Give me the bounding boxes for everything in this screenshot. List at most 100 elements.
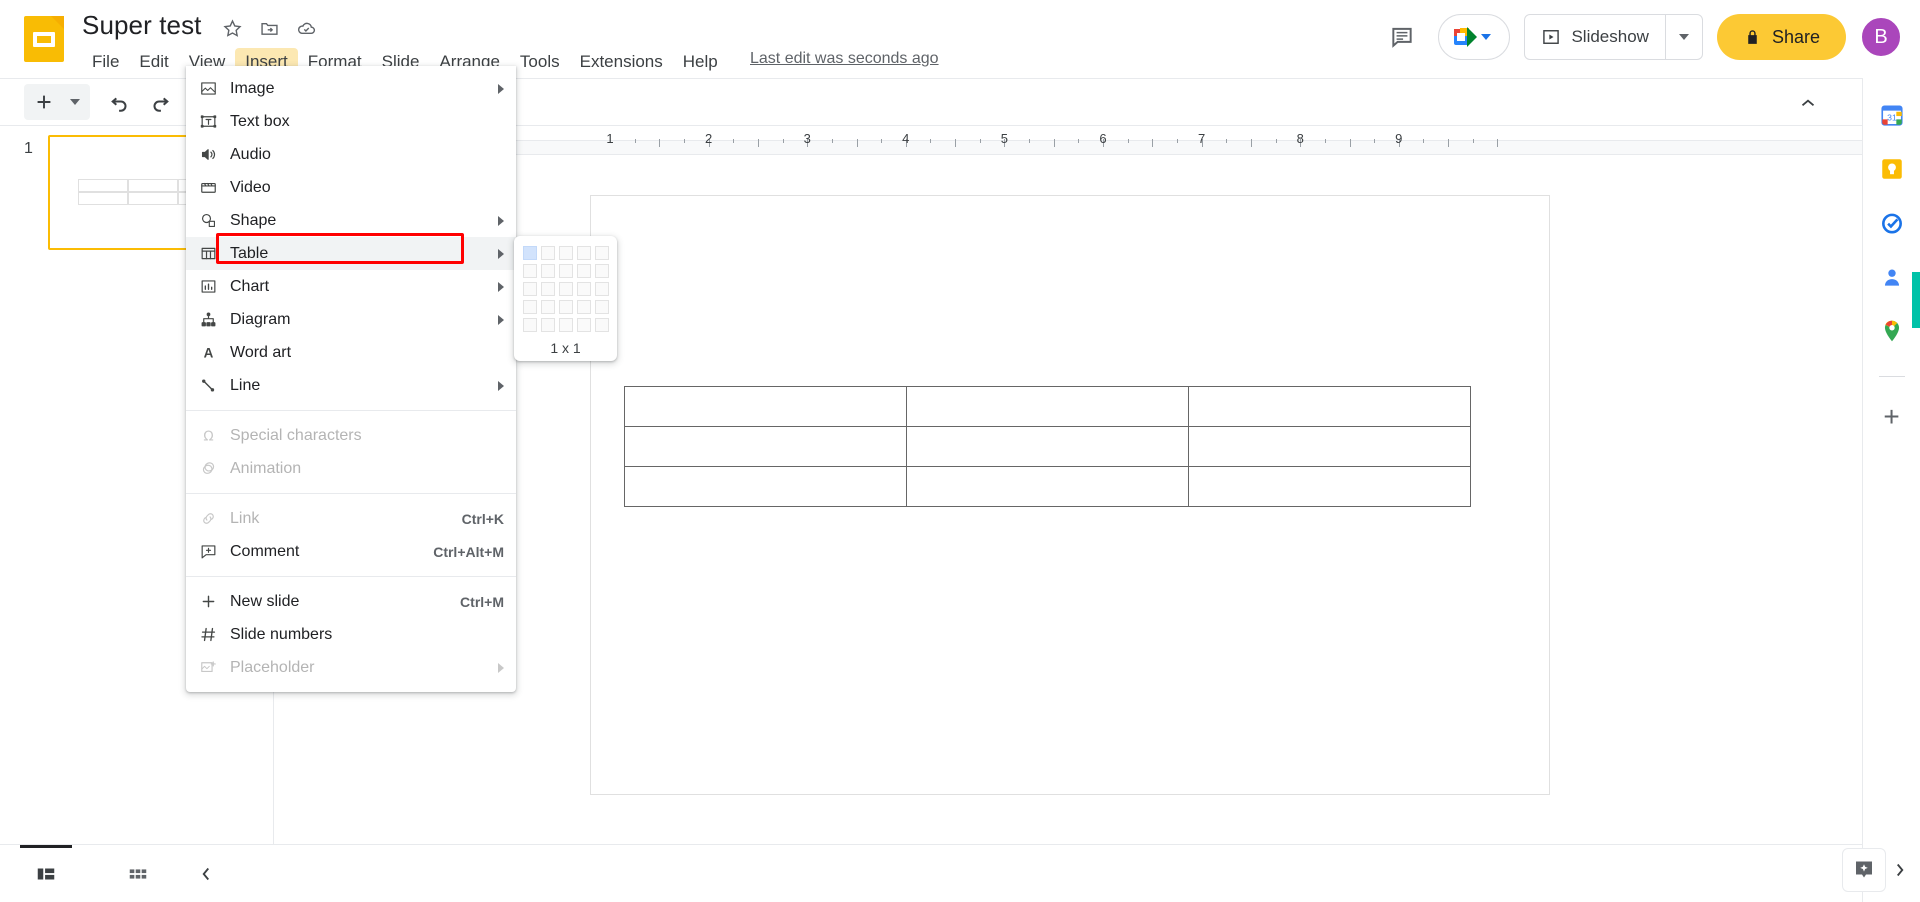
grid-cell-1-3[interactable] (559, 246, 573, 260)
grid-cell-3-2[interactable] (541, 282, 555, 296)
grid-cell-3-1[interactable] (523, 282, 537, 296)
filmstrip-view-icon[interactable] (0, 845, 92, 902)
menu-help[interactable]: Help (673, 48, 728, 75)
collapse-filmstrip-button[interactable] (184, 852, 228, 896)
table-size-picker[interactable]: 1 x 1 (514, 236, 617, 361)
video-icon (186, 178, 230, 197)
grid-cell-5-1[interactable] (523, 318, 537, 332)
menu-extensions[interactable]: Extensions (570, 48, 673, 75)
svg-text:Ω: Ω (203, 429, 213, 444)
google-contacts-icon[interactable] (1877, 262, 1907, 292)
slide-table[interactable] (623, 385, 1471, 507)
table-cell[interactable] (1187, 465, 1471, 507)
grid-cell-5-5[interactable] (595, 318, 609, 332)
google-slides-logo[interactable] (24, 16, 64, 62)
new-slide-button[interactable] (24, 84, 90, 120)
grid-view-icon[interactable] (92, 845, 184, 902)
menu-edit[interactable]: Edit (129, 48, 178, 75)
google-calendar-icon[interactable]: 31 (1877, 100, 1907, 130)
menu-item-shortcut: Ctrl+Alt+M (433, 543, 504, 560)
table-cell[interactable] (623, 465, 907, 507)
header-right-controls: Slideshow Share B (1380, 14, 1902, 60)
table-cell[interactable] (623, 385, 907, 427)
grid-cell-1-4[interactable] (577, 246, 591, 260)
menu-item-word-art[interactable]: A Word art (186, 336, 516, 369)
menu-item-video[interactable]: Video (186, 171, 516, 204)
slide-number: 1 (24, 140, 33, 157)
table-cell[interactable] (905, 425, 1189, 467)
collapse-toolbar-button[interactable] (1790, 85, 1826, 121)
table-grid-cells[interactable] (523, 246, 609, 332)
slideshow-main[interactable]: Slideshow (1525, 15, 1665, 59)
menu-item-chart[interactable]: Chart (186, 270, 516, 303)
star-icon[interactable] (222, 18, 243, 39)
menu-item-text-box[interactable]: Text box (186, 105, 516, 138)
grid-cell-3-4[interactable] (577, 282, 591, 296)
submenu-arrow-icon (498, 281, 504, 292)
comment-plus-icon (186, 542, 230, 561)
grid-cell-5-4[interactable] (577, 318, 591, 332)
grid-cell-4-4[interactable] (577, 300, 591, 314)
table-cell[interactable] (1187, 385, 1471, 427)
table-cell[interactable] (623, 425, 907, 467)
grid-cell-5-3[interactable] (559, 318, 573, 332)
slideshow-button[interactable]: Slideshow (1524, 14, 1703, 60)
menu-item-comment[interactable]: Comment Ctrl+Alt+M (186, 535, 516, 568)
menu-item-new-slide[interactable]: New slide Ctrl+M (186, 585, 516, 618)
menu-item-shape[interactable]: Shape (186, 204, 516, 237)
table-size-label: 1 x 1 (550, 340, 581, 356)
expand-panel-button[interactable] (1878, 848, 1920, 892)
menu-item-audio[interactable]: Audio (186, 138, 516, 171)
menu-item-image[interactable]: Image (186, 72, 516, 105)
insert-menu-dropdown[interactable]: Image Text box Audio Video Shape Table Chart Di… (186, 66, 516, 692)
grid-cell-1-2[interactable] (541, 246, 555, 260)
grid-cell-1-5[interactable] (595, 246, 609, 260)
menu-item-label: Chart (230, 277, 270, 295)
svg-text:A: A (203, 345, 213, 360)
menu-tools[interactable]: Tools (510, 48, 570, 75)
slideshow-options-button[interactable] (1666, 15, 1702, 59)
move-to-folder-icon[interactable] (259, 18, 280, 39)
grid-cell-2-5[interactable] (595, 264, 609, 278)
avatar[interactable]: B (1860, 16, 1902, 58)
grid-cell-4-1[interactable] (523, 300, 537, 314)
document-title[interactable]: Super test (82, 10, 202, 41)
share-button[interactable]: Share (1716, 14, 1846, 60)
grid-cell-5-2[interactable] (541, 318, 555, 332)
add-on-button[interactable]: + (1883, 403, 1899, 431)
grid-cell-4-3[interactable] (559, 300, 573, 314)
grid-cell-2-1[interactable] (523, 264, 537, 278)
grid-cell-2-2[interactable] (541, 264, 555, 278)
menu-item-table[interactable]: Table (186, 237, 516, 270)
grid-cell-2-3[interactable] (559, 264, 573, 278)
google-maps-icon[interactable] (1877, 316, 1907, 346)
word-art-icon: A (186, 343, 230, 362)
table-cell[interactable] (905, 385, 1189, 427)
grid-cell-2-4[interactable] (577, 264, 591, 278)
ruler-number: 4 (902, 131, 910, 146)
table-cell[interactable] (905, 465, 1189, 507)
google-meet-icon (1451, 27, 1478, 47)
menu-item-label: Animation (230, 459, 302, 477)
last-edit-status[interactable]: Last edit was seconds ago (750, 50, 939, 68)
new-slide-options-icon[interactable] (62, 84, 88, 120)
google-tasks-icon[interactable] (1877, 208, 1907, 238)
slide-canvas[interactable] (590, 195, 1550, 795)
grid-cell-3-3[interactable] (559, 282, 573, 296)
menu-file[interactable]: File (82, 48, 129, 75)
grid-cell-3-5[interactable] (595, 282, 609, 296)
cloud-status-icon[interactable] (296, 18, 317, 39)
google-meet-button[interactable] (1438, 14, 1511, 60)
redo-button[interactable] (142, 84, 178, 120)
ruler-tick (1275, 139, 1277, 143)
comment-icon[interactable] (1380, 15, 1424, 59)
menu-item-diagram[interactable]: Diagram (186, 303, 516, 336)
grid-cell-1-1[interactable] (523, 246, 537, 260)
grid-cell-4-5[interactable] (595, 300, 609, 314)
menu-item-slide-numbers[interactable]: Slide numbers (186, 618, 516, 651)
google-keep-icon[interactable] (1877, 154, 1907, 184)
menu-item-line[interactable]: Line (186, 369, 516, 402)
undo-button[interactable] (102, 84, 138, 120)
grid-cell-4-2[interactable] (541, 300, 555, 314)
table-cell[interactable] (1187, 425, 1471, 467)
